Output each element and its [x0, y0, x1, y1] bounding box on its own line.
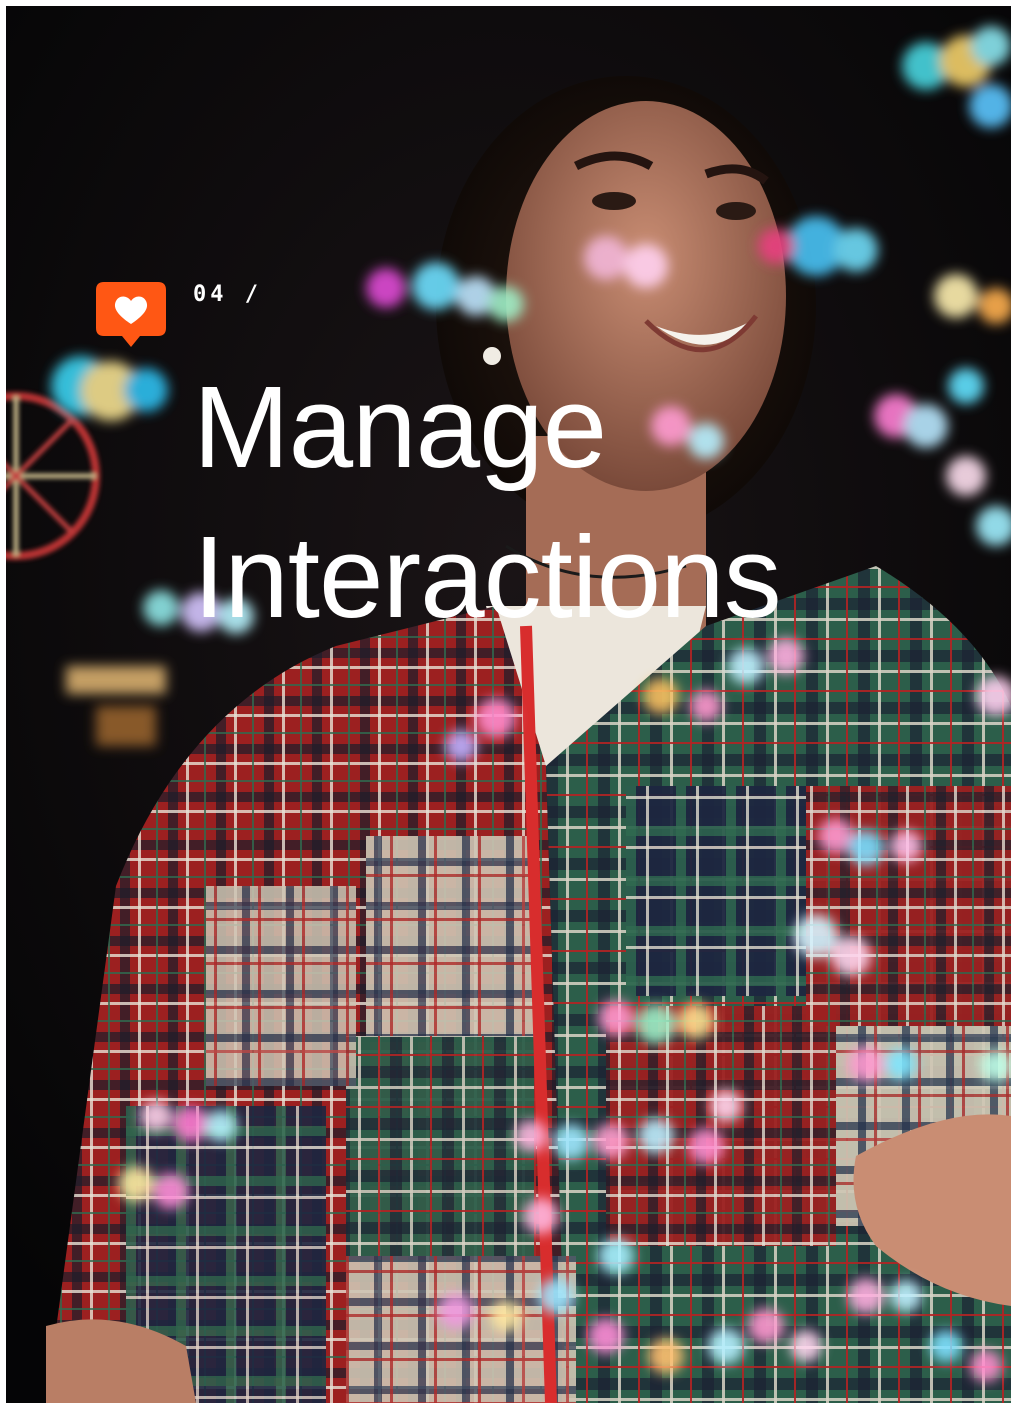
- hero-photo: [6, 6, 1011, 1403]
- page: 04 / Manage Interactions: [0, 0, 1011, 1403]
- heart-notification-icon: [96, 282, 166, 347]
- hero-photo-illustration: [6, 6, 1011, 1403]
- page-title-line-2: Interactions: [193, 512, 782, 642]
- page-title: Manage Interactions: [193, 352, 782, 652]
- section-number: 04 /: [193, 282, 262, 307]
- page-title-line-1: Manage: [193, 362, 607, 492]
